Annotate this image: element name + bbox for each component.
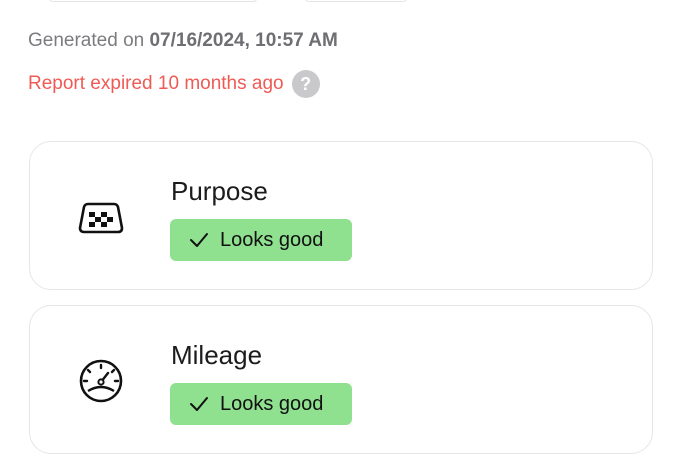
check-card-purpose[interactable]: Purpose Looks good — [29, 141, 653, 290]
generated-date-line: Generated on 07/16/2024, 10:57 AM — [28, 30, 338, 52]
status-label: Looks good — [220, 392, 324, 415]
checkmark-icon — [190, 233, 208, 247]
status-badge: Looks good — [170, 383, 352, 425]
top-button-partial — [304, 0, 408, 2]
taxi-sign-icon — [76, 192, 126, 242]
top-buttons-partial — [48, 0, 408, 4]
check-card-mileage[interactable]: Mileage Looks good — [29, 305, 653, 454]
status-label: Looks good — [220, 228, 324, 251]
generated-prefix: Generated on — [28, 30, 145, 51]
status-badge: Looks good — [170, 219, 352, 261]
report-expired-line: Report expired 10 months ago ? — [28, 70, 320, 98]
generated-datetime: 07/16/2024, 10:57 AM — [149, 30, 338, 51]
speedometer-icon — [76, 356, 126, 406]
expired-text: Report expired 10 months ago — [28, 73, 284, 94]
top-button-partial — [48, 0, 258, 2]
card-title: Mileage — [171, 340, 263, 370]
question-mark-icon[interactable]: ? — [291, 70, 320, 98]
checkmark-icon — [190, 397, 208, 411]
card-title: Purpose — [171, 176, 268, 206]
